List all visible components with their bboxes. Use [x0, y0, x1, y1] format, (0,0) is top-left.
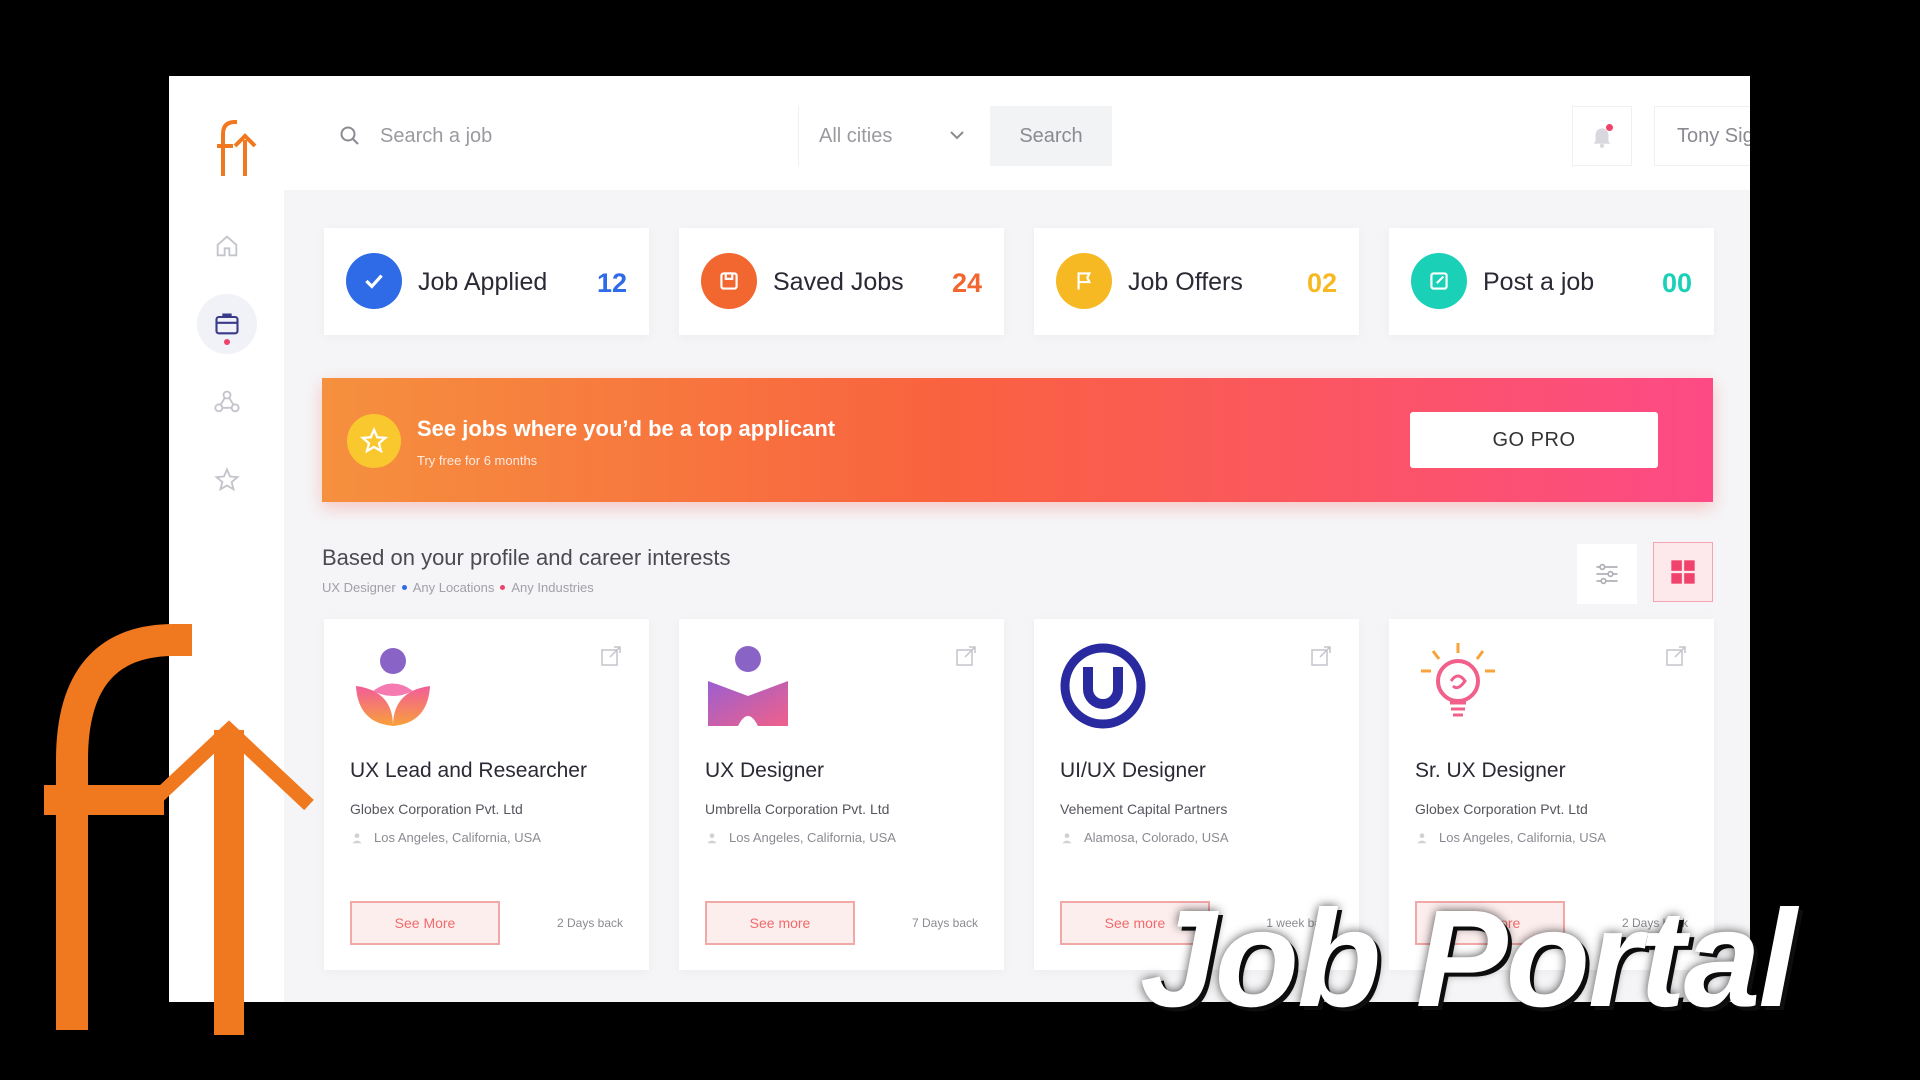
nav-network[interactable] [197, 372, 257, 432]
save-icon [701, 253, 757, 309]
promo-banner: See jobs where you’d be a top applicant … [322, 378, 1713, 502]
user-pin-icon [352, 832, 362, 843]
stat-count: 00 [1661, 268, 1692, 298]
tag-separator [401, 585, 407, 591]
see-more-button[interactable]: See More [350, 901, 500, 945]
share-icon[interactable] [1664, 644, 1688, 668]
user-menu[interactable]: Tony Signh [1654, 106, 1750, 166]
notification-dot [1606, 124, 1613, 131]
filter-button[interactable] [1577, 544, 1637, 604]
flag-icon [1056, 253, 1112, 309]
user-pin-icon [707, 832, 717, 843]
u-logo-icon [1060, 643, 1146, 729]
job-posted: 2 Days back [556, 916, 623, 930]
job-title: UX Lead and Researcher [350, 759, 587, 782]
sliders-icon [1596, 563, 1618, 585]
check-icon [346, 253, 402, 309]
banner-subtitle: Try free for 6 months [417, 453, 538, 468]
job-location: Los Angeles, California, USA [350, 830, 541, 845]
stat-card-saved-jobs[interactable]: Saved Jobs 24 [679, 228, 1004, 335]
city-select[interactable]: All cities [798, 106, 980, 166]
user-pin-icon [1417, 832, 1427, 843]
job-title: Sr. UX Designer [1415, 759, 1566, 782]
nav-jobs[interactable] [197, 294, 257, 354]
stage: { "search": { "placeholder": "Search a j… [0, 0, 1920, 1080]
stat-card-job-offers[interactable]: Job Offers 02 [1034, 228, 1359, 335]
section-title: Based on your profile and career interes… [322, 545, 731, 570]
lightbulb-logo-icon [1421, 643, 1495, 717]
job-card[interactable]: UX Lead and Researcher Globex Corporatio… [324, 619, 649, 970]
nav-home[interactable] [197, 216, 257, 276]
lotus-logo-icon [356, 648, 430, 726]
stat-count: 12 [596, 268, 627, 298]
notifications-button[interactable] [1572, 106, 1632, 166]
share-icon[interactable] [1309, 644, 1333, 668]
see-more-button[interactable]: See more [705, 901, 855, 945]
briefcase-icon [215, 313, 239, 335]
go-pro-button[interactable]: GO PRO [1410, 412, 1658, 468]
job-title: UI/UX Designer [1060, 759, 1206, 782]
search-button[interactable]: Search [990, 106, 1112, 166]
job-location: Los Angeles, California, USA [705, 830, 896, 845]
job-location-text: Los Angeles, California, USA [1439, 830, 1606, 845]
user-name: Tony Signh [1677, 124, 1750, 147]
job-company: Umbrella Corporation Pvt. Ltd [705, 801, 890, 817]
job-location: Los Angeles, California, USA [1415, 830, 1606, 845]
stat-card-job-applied[interactable]: Job Applied 12 [324, 228, 649, 335]
stat-label: Post a job [1483, 268, 1595, 296]
star-badge-icon [347, 414, 401, 468]
tag-role[interactable]: UX Designer [322, 580, 396, 595]
nav-favorites[interactable] [197, 450, 257, 510]
stat-card-post-job[interactable]: Post a job 00 [1389, 228, 1714, 335]
job-company: Globex Corporation Pvt. Ltd [1415, 801, 1588, 817]
active-dot [224, 339, 230, 345]
top-bar: All cities Search Tony Signh [284, 76, 1750, 190]
brand-logo-overlay [44, 624, 314, 1035]
share-icon[interactable] [599, 644, 623, 668]
stat-count: 24 [951, 268, 982, 298]
watermark-title: Job Portal [1140, 882, 1797, 1036]
job-company: Vehement Capital Partners [1060, 801, 1228, 817]
city-select-value: All cities [819, 124, 893, 147]
person-logo-icon [708, 646, 788, 726]
job-location-text: Los Angeles, California, USA [374, 830, 541, 845]
job-location: Alamosa, Colorado, USA [1060, 830, 1229, 845]
app-logo[interactable] [215, 116, 259, 178]
job-posted: 7 Days back [911, 916, 978, 930]
job-card[interactable]: UX Designer Umbrella Corporation Pvt. Lt… [679, 619, 1004, 970]
job-location-text: Alamosa, Colorado, USA [1084, 830, 1229, 845]
network-icon [214, 390, 240, 413]
chevron-down-icon [950, 131, 964, 140]
share-icon[interactable] [954, 644, 978, 668]
section-tags: UX Designer Any Locations Any Industries [322, 580, 594, 595]
home-icon [216, 235, 238, 257]
search-input[interactable] [380, 124, 710, 148]
tag-industry[interactable]: Any Industries [511, 580, 593, 595]
tag-location[interactable]: Any Locations [413, 580, 495, 595]
user-pin-icon [1062, 832, 1072, 843]
stat-label: Saved Jobs [773, 268, 904, 296]
grid-view-button[interactable] [1653, 542, 1713, 602]
grid-icon [1671, 560, 1695, 584]
job-company: Globex Corporation Pvt. Ltd [350, 801, 523, 817]
stat-count: 02 [1306, 268, 1337, 298]
job-title: UX Designer [705, 759, 825, 782]
banner-title: See jobs where you’d be a top applicant [417, 416, 836, 441]
app-window: All cities Search Tony Signh Job Applied… [169, 76, 1750, 1002]
job-location-text: Los Angeles, California, USA [729, 830, 896, 845]
search-icon [340, 126, 359, 145]
edit-icon [1411, 253, 1467, 309]
tag-separator [500, 585, 506, 591]
stat-label: Job Offers [1128, 268, 1243, 296]
star-icon [214, 467, 240, 492]
stat-label: Job Applied [418, 268, 548, 296]
search-bar: All cities Search [324, 106, 1112, 166]
